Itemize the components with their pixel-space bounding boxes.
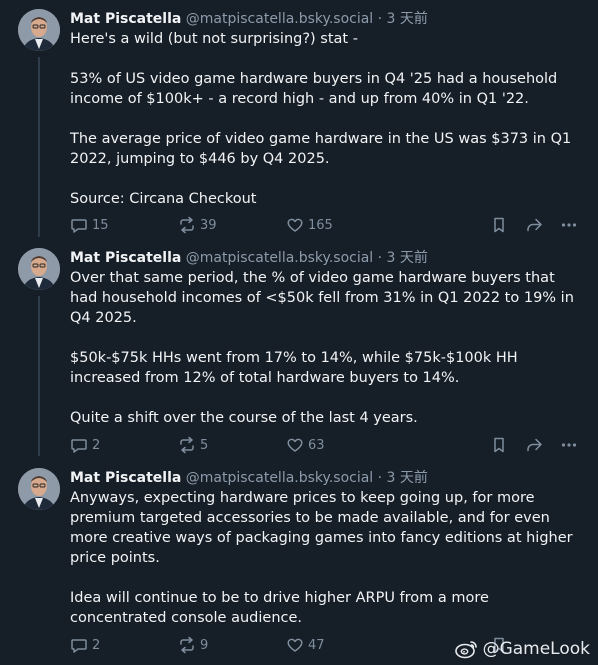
- reply-button[interactable]: 15: [70, 216, 109, 234]
- author-handle[interactable]: @matpiscatella.bsky.social: [186, 250, 373, 266]
- speech-bubble-icon: [71, 639, 87, 653]
- like-count: 63: [308, 437, 325, 453]
- post-time[interactable]: · 3 天前: [378, 250, 428, 266]
- repost-button[interactable]: 9: [178, 636, 208, 654]
- speech-bubble-icon: [71, 439, 87, 453]
- share-button[interactable]: [525, 436, 543, 454]
- weibo-logo-icon: [454, 641, 477, 659]
- avatar[interactable]: [18, 248, 60, 290]
- post-text: Here's a wild (but not surprising?) stat…: [70, 29, 586, 209]
- repost-arrows-icon: [180, 216, 194, 234]
- author-handle[interactable]: @matpiscatella.bsky.social: [186, 470, 373, 486]
- post-paragraph: 53% of US video game hardware buyers in …: [70, 71, 558, 107]
- author-name[interactable]: Mat Piscatella: [70, 470, 181, 486]
- repost-button[interactable]: 39: [178, 216, 217, 234]
- bookmark-icon: [494, 437, 504, 453]
- like-count: 165: [308, 217, 333, 233]
- avatar[interactable]: [18, 468, 60, 510]
- bookmark-button[interactable]: [490, 436, 508, 454]
- reply-count: 2: [92, 637, 101, 653]
- thread-line: [38, 57, 40, 237]
- like-button[interactable]: 63: [286, 436, 325, 454]
- post-paragraph: The average price of video game hardware…: [70, 131, 572, 167]
- author-handle[interactable]: @matpiscatella.bsky.social: [186, 11, 373, 27]
- watermark: @GameLook: [454, 639, 590, 659]
- like-count: 47: [308, 637, 325, 653]
- post-text: Anyways, expecting hardware prices to ke…: [70, 488, 586, 628]
- author-name[interactable]: Mat Piscatella: [70, 250, 181, 266]
- post-paragraph: Quite a shift over the course of the las…: [70, 410, 418, 426]
- repost-arrows-icon: [180, 636, 194, 654]
- bookmark-button[interactable]: [490, 216, 508, 234]
- more-dots-icon: [561, 443, 577, 447]
- post-paragraph: Source: Circana Checkout: [70, 191, 257, 207]
- heart-icon: [287, 438, 303, 452]
- more-dots-icon: [561, 223, 577, 227]
- repost-count: 5: [200, 437, 209, 453]
- like-button[interactable]: 47: [286, 636, 325, 654]
- post-header: Mat Piscatella @matpiscatella.bsky.socia…: [70, 9, 586, 29]
- post-paragraph: $50k-$75k HHs went from 17% to 14%, whil…: [70, 350, 518, 386]
- reply-button[interactable]: 2: [70, 636, 100, 654]
- like-button[interactable]: 165: [286, 216, 333, 234]
- post-paragraph: Over that same period, the % of video ga…: [70, 270, 574, 326]
- repost-button[interactable]: 5: [178, 436, 208, 454]
- avatar[interactable]: [18, 9, 60, 51]
- reply-button[interactable]: 2: [70, 436, 100, 454]
- heart-icon: [287, 218, 303, 232]
- post-header: Mat Piscatella @matpiscatella.bsky.socia…: [70, 248, 586, 268]
- share-button[interactable]: [525, 216, 543, 234]
- post-actions: 2 5 63: [70, 436, 586, 456]
- repost-arrows-icon: [180, 436, 194, 454]
- more-options-button[interactable]: [560, 436, 578, 454]
- post-paragraph: Idea will continue to be to drive higher…: [70, 590, 489, 626]
- watermark-text: @GameLook: [482, 639, 590, 659]
- speech-bubble-icon: [71, 219, 87, 233]
- heart-icon: [287, 638, 303, 652]
- post-text: Over that same period, the % of video ga…: [70, 268, 586, 428]
- reply-count: 2: [92, 437, 101, 453]
- repost-count: 39: [200, 217, 217, 233]
- share-arrow-icon: [527, 218, 542, 232]
- share-arrow-icon: [527, 438, 542, 452]
- reply-count: 15: [92, 217, 109, 233]
- thread-line: [38, 296, 40, 456]
- post-header: Mat Piscatella @matpiscatella.bsky.socia…: [70, 468, 586, 488]
- repost-count: 9: [200, 637, 209, 653]
- bookmark-icon: [494, 217, 504, 233]
- post-time[interactable]: · 3 天前: [378, 470, 428, 486]
- post-actions: 15 39 165: [70, 216, 586, 236]
- more-options-button[interactable]: [560, 216, 578, 234]
- post-time[interactable]: · 3 天前: [378, 11, 428, 27]
- post-paragraph: Here's a wild (but not surprising?) stat…: [70, 31, 358, 47]
- author-name[interactable]: Mat Piscatella: [70, 11, 181, 27]
- thread: Mat Piscatella @matpiscatella.bsky.socia…: [0, 0, 598, 665]
- post-paragraph: Anyways, expecting hardware prices to ke…: [70, 490, 573, 566]
